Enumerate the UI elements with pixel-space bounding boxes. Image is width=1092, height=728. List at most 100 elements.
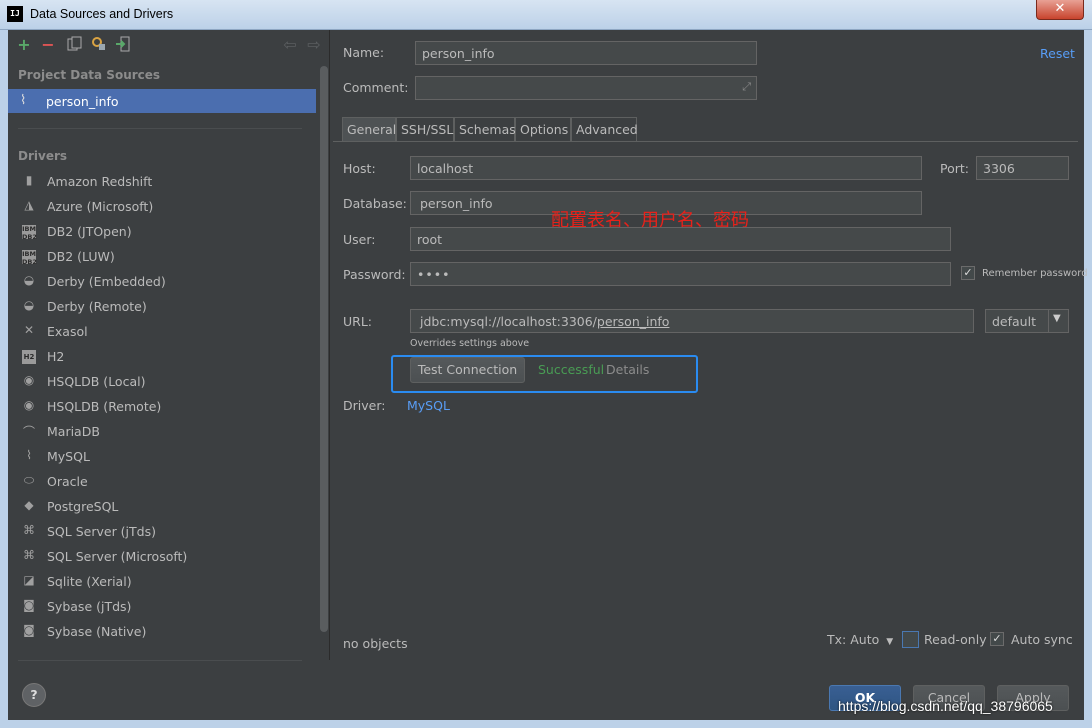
overrides-note: Overrides settings above (410, 338, 530, 349)
db2-icon: IBM DB2 (22, 225, 37, 241)
data-source-label: person_info (46, 94, 119, 109)
tab-general[interactable]: General (342, 117, 396, 141)
annotation-highlight-box (391, 355, 698, 393)
duplicate-icon[interactable] (66, 36, 84, 54)
panel-bottom-divider (18, 660, 302, 661)
driver-label: Sybase (jTds) (47, 599, 132, 614)
driver-item[interactable]: ✕ Exasol (8, 320, 308, 345)
sqlserver-icon: ⌘ (23, 548, 35, 562)
watermark: https://blog.csdn.net/qq_38796065 (838, 698, 1053, 714)
driver-item[interactable]: H2 H2 (8, 345, 308, 370)
driver-item[interactable]: ◒ Derby (Remote) (8, 295, 308, 320)
help-button[interactable]: ? (22, 683, 46, 707)
driver-item[interactable]: ◒ Derby (Embedded) (8, 270, 308, 295)
driver-label: Derby (Remote) (47, 299, 147, 314)
tab-options[interactable]: Options (515, 117, 571, 141)
sybase-icon: ◙ (23, 623, 35, 637)
data-source-item-person-info[interactable]: ⌇ person_info (8, 89, 316, 113)
remember-password-label: Remember password (982, 268, 1088, 279)
tab-ssh-ssl[interactable]: SSH/SSL (396, 117, 454, 141)
derby-icon: ◒ (23, 298, 35, 312)
tab-schemas[interactable]: Schemas (454, 117, 516, 141)
user-field[interactable]: root (410, 227, 951, 251)
auto-sync-label: Auto sync (1011, 632, 1073, 647)
driver-item[interactable]: ⌇ MySQL (8, 445, 308, 470)
drivers-scrollbar[interactable] (320, 66, 328, 632)
sqlite-icon: ◪ (23, 573, 35, 587)
driver-item[interactable]: ◉ HSQLDB (Local) (8, 370, 308, 395)
tx-mode-dropdown[interactable]: Tx: Auto ▼ (827, 632, 893, 647)
expand-icon[interactable]: ⤢ (742, 80, 751, 94)
host-field[interactable]: localhost (410, 156, 922, 180)
mysql-icon: ⌇ (26, 448, 32, 462)
section-divider (18, 128, 302, 129)
forward-icon[interactable]: ⇨ (305, 36, 323, 54)
driver-label: H2 (47, 349, 65, 364)
driver-item[interactable]: ◉ HSQLDB (Remote) (8, 395, 308, 420)
port-field[interactable]: 3306 (976, 156, 1069, 180)
driver-item[interactable]: ◙ Sybase (jTds) (8, 595, 308, 620)
driver-label: Exasol (47, 324, 88, 339)
add-icon[interactable]: + (15, 36, 33, 54)
driver-settings-icon[interactable] (90, 36, 108, 54)
tab-advanced[interactable]: Advanced (571, 117, 638, 141)
driver-item[interactable]: ◆ PostgreSQL (8, 495, 308, 520)
driver-label: MySQL (47, 449, 90, 464)
url-field[interactable]: jdbc:mysql://localhost:3306/person_info (410, 309, 974, 333)
url-prefix: jdbc:mysql://localhost:3306/ (420, 314, 597, 329)
name-label: Name: (343, 45, 385, 60)
driver-item[interactable]: IBM DB2 DB2 (LUW) (8, 245, 308, 270)
url-label: URL: (343, 314, 373, 329)
driver-link[interactable]: MySQL (407, 398, 450, 413)
window-close-button[interactable]: ✕ (1036, 0, 1084, 20)
driver-item[interactable]: ◙ Sybase (Native) (8, 620, 308, 645)
objects-status: no objects (343, 636, 408, 651)
driver-item[interactable]: ⌘ SQL Server (jTds) (8, 520, 308, 545)
driver-label: SQL Server (jTds) (47, 524, 156, 539)
import-icon[interactable] (114, 36, 132, 54)
read-only-checkbox[interactable] (902, 631, 919, 648)
read-only-label: Read-only (924, 632, 987, 647)
auto-sync-checkbox[interactable]: ✓ (990, 632, 1004, 646)
db2-icon: IBM DB2 (22, 250, 37, 266)
hsqldb-icon: ◉ (23, 398, 35, 412)
url-database: person_info (596, 314, 670, 329)
url-mode-value: default (992, 314, 1036, 329)
window-title: Data Sources and Drivers (30, 7, 174, 21)
driver-label: DB2 (JTOpen) (47, 224, 132, 239)
driver-label: Amazon Redshift (47, 174, 153, 189)
remove-icon[interactable]: − (39, 36, 57, 54)
url-mode-select[interactable]: default ▼ (985, 309, 1069, 333)
redshift-icon: ▮ (25, 173, 33, 187)
driver-item[interactable]: ◪ Sqlite (Xerial) (8, 570, 308, 595)
comment-label: Comment: (343, 80, 409, 95)
comment-field[interactable]: ⤢ (415, 76, 757, 100)
sybase-icon: ◙ (23, 598, 35, 612)
oracle-icon: ⬭ (23, 473, 35, 487)
driver-label: SQL Server (Microsoft) (47, 549, 188, 564)
host-label: Host: (343, 161, 376, 176)
driver-item[interactable]: IBM DB2 DB2 (JTOpen) (8, 220, 308, 245)
remember-password-checkbox[interactable]: ✓ (961, 266, 975, 280)
chevron-down-icon: ▼ (886, 637, 894, 647)
h2-icon: H2 (22, 350, 36, 364)
driver-item[interactable]: ⌘ SQL Server (Microsoft) (8, 545, 308, 570)
driver-item[interactable]: ◮ Azure (Microsoft) (8, 195, 308, 220)
window-frame-right (1084, 30, 1092, 728)
password-field[interactable]: •••• (410, 262, 951, 286)
mysql-icon: ⌇ (20, 93, 27, 108)
database-label: Database: (343, 196, 407, 211)
driver-item[interactable]: ▮ Amazon Redshift (8, 170, 308, 195)
driver-item[interactable]: ⌒ MariaDB (8, 420, 308, 445)
driver-label: HSQLDB (Local) (47, 374, 146, 389)
postgresql-icon: ◆ (24, 498, 34, 512)
intellij-app-icon: IJ (7, 6, 23, 22)
driver-label: Sybase (Native) (47, 624, 147, 639)
reset-link[interactable]: Reset (1040, 46, 1075, 61)
project-data-sources-title: Project Data Sources (18, 68, 161, 82)
back-icon[interactable]: ⇦ (281, 36, 299, 54)
azure-icon: ◮ (24, 198, 34, 212)
driver-label: Azure (Microsoft) (47, 199, 154, 214)
driver-item[interactable]: ⬭ Oracle (8, 470, 308, 495)
name-field[interactable]: person_info (415, 41, 757, 65)
